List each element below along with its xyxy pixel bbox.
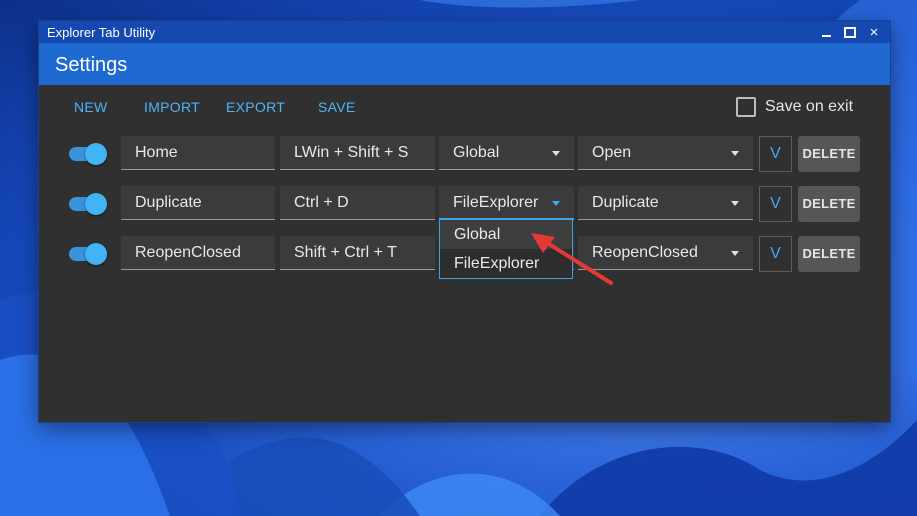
expand-button[interactable]: V	[759, 236, 792, 272]
minimize-icon	[821, 35, 831, 37]
expand-button[interactable]: V	[759, 186, 792, 222]
action-select[interactable]: Duplicate	[578, 186, 753, 220]
settings-header: Settings	[39, 43, 890, 85]
shortcut-row: Duplicate Ctrl + D FileExplorer Duplicat…	[39, 186, 890, 222]
shortcut-name-field[interactable]: ReopenClosed	[121, 236, 275, 270]
app-window: Explorer Tab Utility × Settings NEW IMPO…	[39, 21, 890, 422]
scope-value: FileExplorer	[453, 194, 539, 211]
delete-button[interactable]: DELETE	[798, 236, 860, 272]
import-button[interactable]: IMPORT	[144, 99, 200, 115]
action-value: Duplicate	[592, 194, 659, 211]
page-title: Settings	[55, 54, 128, 76]
delete-button[interactable]: DELETE	[798, 186, 860, 222]
toggle-knob	[85, 193, 107, 215]
chevron-down-icon	[552, 201, 560, 206]
hotkey-field[interactable]: LWin + Shift + S	[280, 136, 435, 170]
scope-select[interactable]: FileExplorer	[439, 186, 574, 220]
enabled-toggle[interactable]	[69, 243, 109, 265]
expand-button[interactable]: V	[759, 136, 792, 172]
chevron-down-icon	[731, 201, 739, 206]
save-on-exit-checkbox[interactable]	[736, 97, 756, 117]
enabled-toggle[interactable]	[69, 193, 109, 215]
toggle-knob	[85, 143, 107, 165]
title-bar[interactable]: Explorer Tab Utility ×	[39, 21, 890, 43]
action-value: Open	[592, 144, 632, 161]
shortcut-name-field[interactable]: Home	[121, 136, 275, 170]
scope-value: Global	[453, 144, 500, 161]
close-button[interactable]: ×	[862, 21, 886, 43]
shortcut-row: Home LWin + Shift + S Global Open V DELE…	[39, 136, 890, 172]
minimize-button[interactable]	[814, 21, 838, 43]
hotkey-field[interactable]: Shift + Ctrl + T	[280, 236, 435, 270]
chevron-down-icon	[731, 251, 739, 256]
maximize-icon	[844, 26, 856, 38]
chevron-down-icon	[731, 151, 739, 156]
window-title: Explorer Tab Utility	[47, 25, 156, 40]
export-button[interactable]: EXPORT	[226, 99, 285, 115]
save-on-exit-option[interactable]: Save on exit	[736, 97, 853, 117]
new-button[interactable]: NEW	[74, 99, 108, 115]
save-on-exit-label: Save on exit	[765, 98, 854, 115]
action-select[interactable]: Open	[578, 136, 753, 170]
enabled-toggle[interactable]	[69, 143, 109, 165]
shortcut-name-field[interactable]: Duplicate	[121, 186, 275, 220]
hotkey-field[interactable]: Ctrl + D	[280, 186, 435, 220]
delete-button[interactable]: DELETE	[798, 136, 860, 172]
close-icon: ×	[869, 23, 879, 41]
toolbar: NEW IMPORT EXPORT SAVE Save on exit	[39, 85, 890, 129]
save-button[interactable]: SAVE	[318, 99, 356, 115]
annotation-arrow-icon	[531, 233, 613, 285]
scope-select[interactable]: Global	[439, 136, 574, 170]
chevron-down-icon	[552, 151, 560, 156]
maximize-button[interactable]	[838, 21, 862, 43]
toggle-knob	[85, 243, 107, 265]
